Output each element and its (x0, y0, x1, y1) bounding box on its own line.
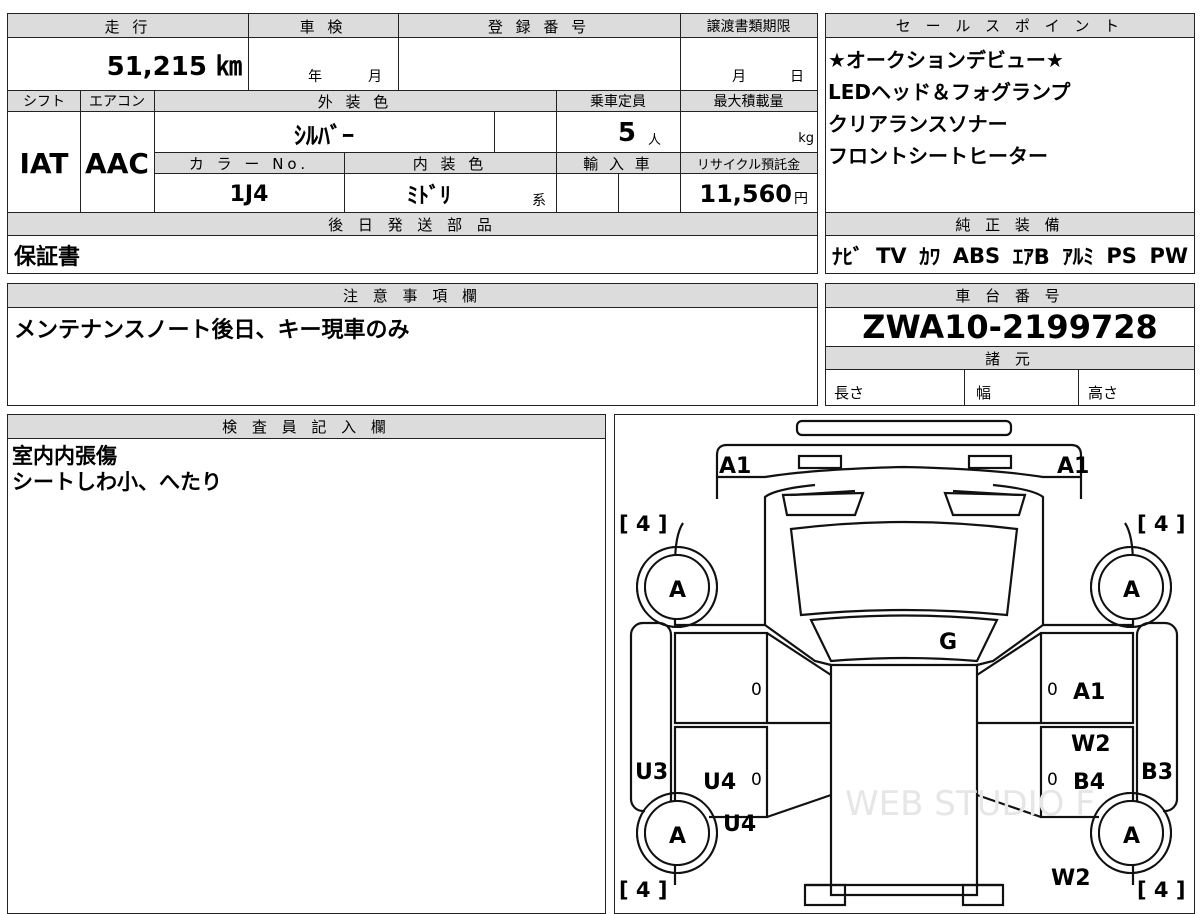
mark-u4-door: U4 (703, 770, 736, 795)
mark-bracket-br: [ 4 ] (1137, 878, 1185, 902)
equipment-item: ｶﾜ (919, 245, 941, 269)
vehicle-data-table: 走 行 車 検 登 録 番 号 譲渡書類期限 51,215 ㎞ 年 月 月 日 … (7, 13, 818, 274)
max-load-label: 最大積載量 (713, 94, 784, 110)
aircon-label: エアコン (89, 94, 145, 110)
shift-value: IAT (19, 146, 69, 180)
capacity-value: 5 (617, 118, 636, 148)
recycle-value: 11,560 (699, 180, 792, 208)
aircon-value: AAC (85, 146, 149, 180)
notes-label: 注 意 事 項 欄 (8, 284, 817, 308)
equipment-label: 純 正 装 備 (826, 212, 1194, 236)
sales-points-panel: セ ー ル ス ポ イ ン ト ★オークションデビュー★ LEDヘッド＆フォグラ… (825, 13, 1195, 274)
equipment-item: ｴｱB (1012, 245, 1050, 269)
mark-u4-rear: U4 (723, 812, 756, 837)
shaken-label: 車 検 (299, 17, 347, 36)
equipment-item: ｱﾙﾐ (1062, 245, 1094, 269)
transfer-day: 日 (790, 69, 804, 85)
int-color-value: ﾐﾄﾞﾘ (406, 184, 451, 209)
mark-b3: B3 (1141, 760, 1173, 785)
mileage-label: 走 行 (104, 17, 152, 36)
inspector-panel: 検 査 員 記 入 欄 室内内張傷 シートしわ小、へたり (7, 414, 606, 914)
mark-a1-door: A1 (1073, 680, 1105, 705)
transfer-deadline-label: 譲渡書類期限 (706, 19, 791, 35)
later-parts-value: 保証書 (14, 245, 81, 270)
mark-g: G (939, 630, 957, 655)
color-no-label: カ ラ ー No. (188, 154, 310, 173)
mark-tire-fl: A (669, 578, 686, 603)
notes-panel: 注 意 事 項 欄 メンテナンスノート後日、キー現車のみ (7, 283, 818, 406)
mark-tire-rl: A (669, 824, 686, 849)
mark-w2-rear: W2 (1051, 866, 1091, 891)
shift-label: シフト (23, 94, 65, 110)
equipment-item: TV (876, 244, 907, 268)
chassis-panel: 車 台 番 号 ZWA10-2199728 諸 元 長さ 幅 高さ (825, 283, 1195, 406)
mark-tire-rr: A (1123, 824, 1140, 849)
mark-bracket-tl: [ 4 ] (619, 512, 667, 536)
inspector-note-line: 室内内張傷 (12, 444, 117, 468)
capacity-label: 乗車定員 (590, 94, 646, 110)
recycle-unit: 円 (794, 191, 808, 207)
capacity-unit: 人 (648, 132, 662, 148)
height-label: 高さ (1088, 384, 1119, 402)
sales-point-line: クリアランスソナー (828, 112, 1008, 136)
damage-diagram-panel: WEB STUDIO F A1 A1 [ 4 ] [ 4 ] [ 4 ] [ 4… (614, 414, 1195, 914)
inspector-notes: 室内内張傷 シートしわ小、へたり (12, 443, 222, 495)
sales-point-line: フロントシートヒーター (828, 144, 1048, 168)
mark-tire-fr: A (1123, 578, 1140, 603)
mark-bracket-bl: [ 4 ] (619, 878, 667, 902)
length-label: 長さ (834, 384, 865, 402)
inspector-label: 検 査 員 記 入 欄 (8, 415, 605, 439)
int-color-label: 内 装 色 (412, 154, 488, 173)
sales-points-list: ★オークションデビュー★ LEDヘッド＆フォグランプ クリアランスソナー フロン… (828, 44, 1188, 172)
import-label: 輸 入 車 (583, 154, 653, 173)
mileage-value: 51,215 ㎞ (106, 51, 242, 82)
mark-w2-door: W2 (1071, 732, 1111, 757)
chassis-number: ZWA10-2199728 (862, 308, 1158, 346)
equipment-list: ﾅﾋﾞ TV ｶﾜ ABS ｴｱB ｱﾙﾐ PS PW (832, 240, 1188, 272)
recycle-label: リサイクル預託金 (696, 157, 801, 173)
equipment-item: PW (1149, 244, 1188, 268)
int-color-suffix: 系 (532, 193, 546, 209)
mark-zero-3: 0 (751, 770, 762, 790)
mark-bracket-tr: [ 4 ] (1137, 512, 1185, 536)
mark-a1-front-right: A1 (1057, 454, 1089, 479)
sales-point-line: ★オークションデビュー★ (828, 48, 1064, 72)
ext-color-value: ｼﾙﾊﾞｰ (294, 121, 354, 150)
car-diagram: WEB STUDIO F A1 A1 [ 4 ] [ 4 ] [ 4 ] [ 4… (619, 419, 1185, 907)
mark-b4: B4 (1073, 770, 1105, 795)
load-unit: kg (798, 130, 814, 146)
equipment-item: ABS (952, 244, 1001, 268)
shaken-year: 年 (308, 69, 322, 85)
later-parts-label: 後 日 発 送 部 品 (328, 215, 497, 234)
mark-a1-front-left: A1 (719, 454, 751, 479)
mark-zero-2: 0 (1047, 680, 1058, 700)
transfer-month: 月 (732, 69, 746, 85)
equipment-item: ﾅﾋﾞ (832, 245, 864, 269)
ext-color-label: 外 装 色 (317, 92, 393, 111)
sales-point-line: LEDヘッド＆フォグランプ (828, 80, 1071, 104)
mark-u3: U3 (635, 760, 668, 785)
watermark: WEB STUDIO F (845, 784, 1095, 824)
registration-label: 登 録 番 号 (487, 17, 591, 36)
inspector-note-line: シートしわ小、へたり (12, 470, 222, 494)
equipment-item: PS (1106, 244, 1137, 268)
mark-zero-1: 0 (751, 680, 762, 700)
mark-zero-4: 0 (1047, 770, 1058, 790)
chassis-label: 車 台 番 号 (826, 284, 1194, 308)
shaken-month: 月 (368, 69, 382, 85)
sales-points-label: セ ー ル ス ポ イ ン ト (826, 14, 1194, 38)
notes-text: メンテナンスノート後日、キー現車のみ (14, 318, 410, 343)
spec-label: 諸 元 (826, 346, 1194, 370)
color-no-value: 1J4 (229, 181, 269, 207)
width-label: 幅 (976, 384, 992, 402)
